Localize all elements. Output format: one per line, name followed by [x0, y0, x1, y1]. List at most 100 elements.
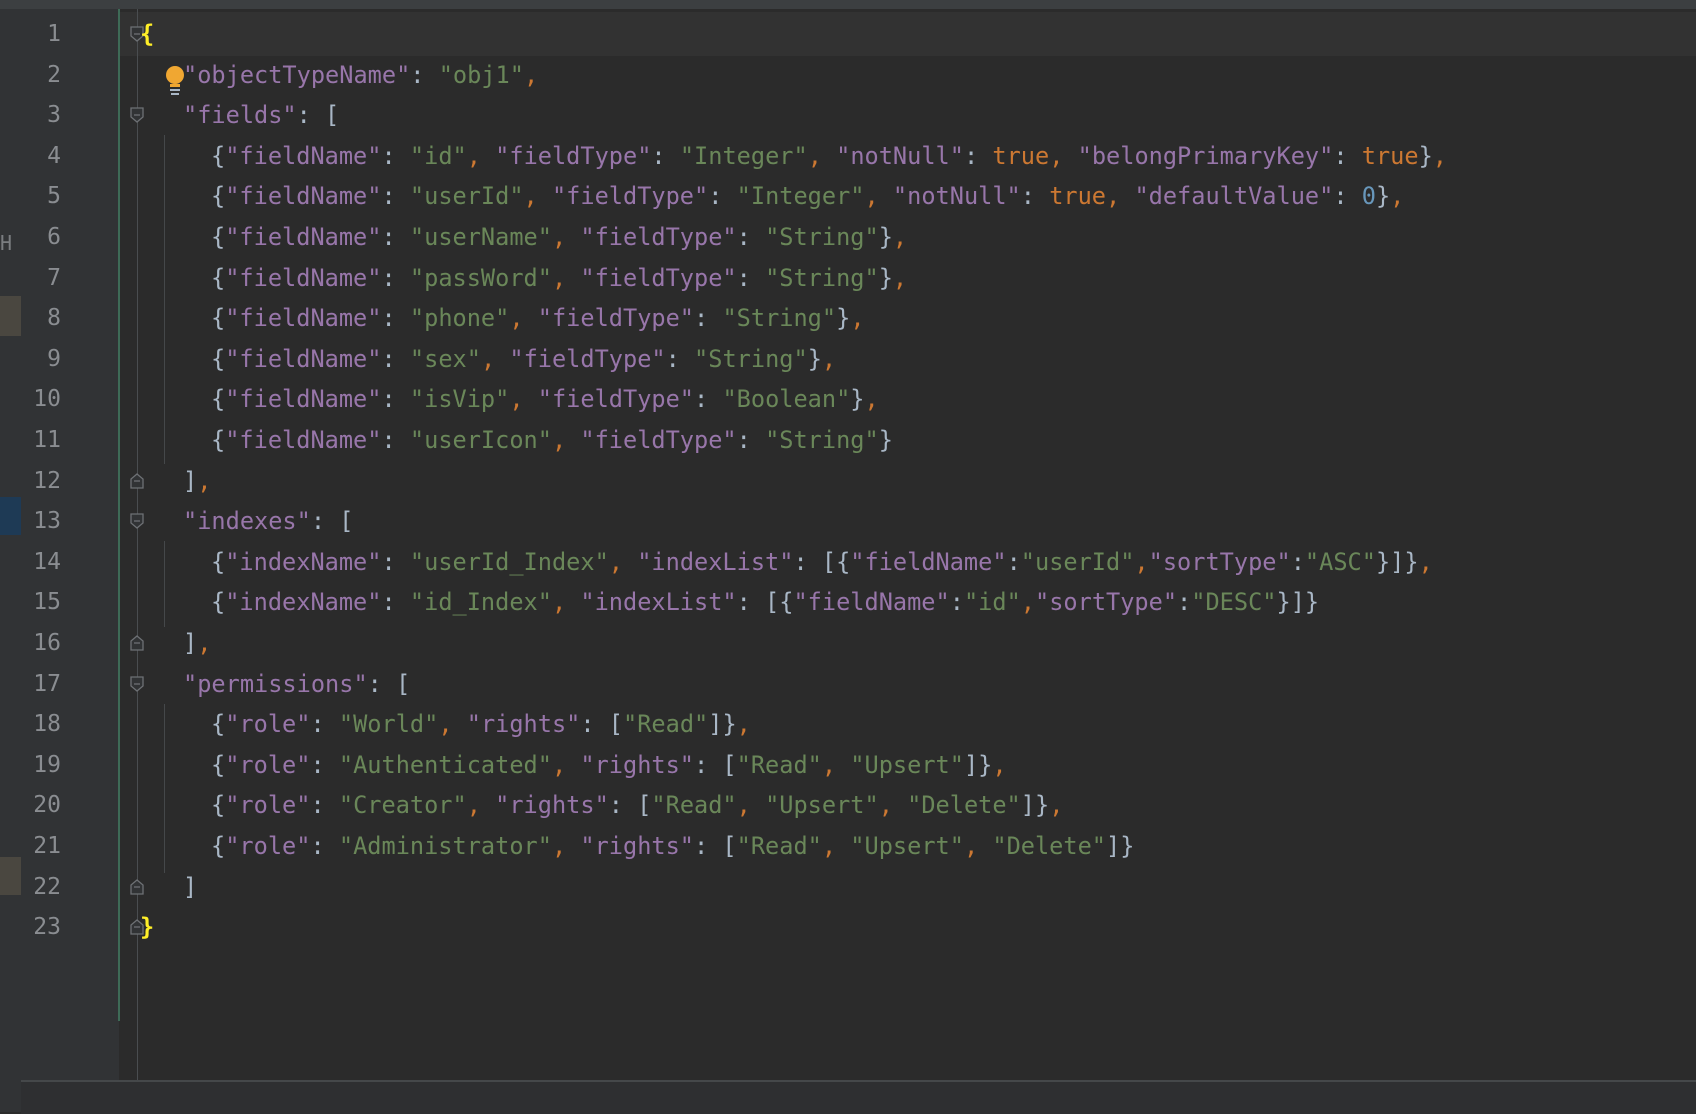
fold-marker-icon[interactable]	[129, 635, 145, 651]
code-line[interactable]: ]	[183, 865, 197, 909]
indent-guide	[164, 135, 165, 464]
code-line[interactable]: {"fieldName": "passWord", "fieldType": "…	[211, 256, 907, 300]
code-token: "fieldType"	[537, 304, 695, 333]
code-line[interactable]: {"indexName": "userId_Index", "indexList…	[211, 540, 1433, 584]
code-token: :	[694, 385, 723, 414]
code-token: :	[708, 182, 737, 211]
code-token: ]}	[708, 710, 737, 739]
left-strip-highlight	[0, 857, 21, 895]
code-token: ,	[963, 832, 993, 860]
code-token: {	[211, 141, 226, 170]
code-token: {	[211, 344, 226, 373]
code-line[interactable]: "fields": [	[183, 93, 339, 137]
line-number[interactable]: 8	[21, 296, 61, 340]
code-token: "indexName"	[225, 588, 382, 617]
code-line[interactable]: }	[140, 905, 154, 949]
code-token: "Delete"	[907, 791, 1021, 820]
code-token: "String"	[694, 344, 808, 373]
code-line[interactable]: {"role": "World", "rights": ["Read"]},	[211, 702, 751, 746]
line-number[interactable]: 18	[21, 702, 61, 746]
code-token: ,	[807, 141, 837, 170]
code-token: : [	[367, 669, 411, 698]
code-token: :	[310, 832, 339, 860]
code-line[interactable]: ],	[183, 459, 211, 503]
code-token: {	[211, 263, 226, 292]
code-token: "String"	[722, 304, 837, 333]
code-line[interactable]: {"fieldName": "phone", "fieldType": "Str…	[211, 296, 865, 340]
code-line[interactable]: {"fieldName": "sex", "fieldType": "Strin…	[211, 337, 836, 381]
line-number[interactable]: 12	[21, 459, 61, 503]
code-line[interactable]: {	[140, 12, 154, 56]
code-line[interactable]: {"fieldName": "isVip", "fieldType": "Boo…	[211, 377, 879, 421]
code-token: ,	[551, 750, 581, 779]
line-number[interactable]: 15	[21, 580, 61, 624]
code-token: {	[211, 223, 226, 251]
code-token: : [	[310, 507, 354, 536]
line-number[interactable]: 2	[21, 53, 61, 97]
code-token: ,	[821, 832, 851, 860]
code-token: "sex"	[409, 344, 481, 373]
line-number[interactable]: 7	[21, 256, 61, 300]
line-number[interactable]: 3	[21, 93, 61, 137]
code-line[interactable]: {"fieldName": "userIcon", "fieldType": "…	[211, 418, 893, 462]
fold-marker-icon[interactable]	[129, 675, 145, 692]
code-token: ,	[551, 223, 581, 251]
fold-marker-icon[interactable]	[129, 513, 145, 530]
code-token: :	[694, 304, 723, 333]
code-line[interactable]: {"role": "Creator", "rights": ["Read", "…	[211, 783, 1063, 827]
fold-marker-icon[interactable]	[129, 472, 145, 489]
line-number[interactable]: 5	[21, 174, 61, 218]
code-line[interactable]: "permissions": [	[183, 662, 410, 706]
code-line[interactable]: "objectTypeName": "obj1",	[183, 53, 538, 97]
code-token: :	[949, 588, 964, 617]
code-token: {	[211, 304, 226, 333]
code-token: ,	[551, 588, 581, 617]
fold-marker-icon[interactable]	[129, 878, 145, 895]
lightbulb-icon[interactable]	[164, 65, 186, 95]
code-line[interactable]: {"fieldName": "id", "fieldType": "Intege…	[211, 134, 1447, 178]
code-token: "Read"	[736, 832, 822, 860]
code-line[interactable]: {"fieldName": "userName", "fieldType": "…	[211, 215, 907, 259]
code-line[interactable]: {"indexName": "id_Index", "indexList": […	[211, 580, 1319, 624]
line-number[interactable]: 9	[21, 337, 61, 381]
code-token: "indexList"	[637, 547, 794, 576]
code-token: {	[211, 832, 226, 860]
code-token: "fieldType"	[580, 223, 737, 251]
code-token: :	[736, 263, 766, 292]
line-number[interactable]: 6	[21, 215, 61, 259]
code-line[interactable]: ],	[183, 621, 211, 665]
code-token: : [{	[736, 588, 794, 617]
line-number[interactable]: 11	[21, 418, 61, 462]
code-token: "notNull"	[892, 182, 1021, 211]
code-token: "role"	[225, 791, 311, 820]
line-number[interactable]: 20	[21, 783, 61, 827]
code-token: "Upsert"	[850, 750, 964, 779]
line-number[interactable]: 16	[21, 621, 61, 665]
indent-guide	[164, 704, 165, 873]
fold-marker-icon[interactable]	[129, 107, 145, 124]
line-number[interactable]: 1	[21, 12, 61, 56]
line-number[interactable]: 17	[21, 662, 61, 706]
line-number[interactable]: 22	[21, 865, 61, 909]
gutter-change-marker	[118, 9, 120, 1021]
code-line[interactable]: "indexes": [	[183, 499, 353, 543]
line-number[interactable]: 14	[21, 540, 61, 584]
code-token: ,	[1049, 791, 1064, 820]
code-line[interactable]: {"fieldName": "userId", "fieldType": "In…	[211, 174, 1404, 218]
line-number[interactable]: 19	[21, 743, 61, 787]
line-number[interactable]: 21	[21, 824, 61, 868]
code-token: "role"	[225, 832, 311, 860]
line-number[interactable]: 13	[21, 499, 61, 543]
code-token: ,	[892, 223, 908, 251]
code-token: "objectTypeName"	[183, 60, 411, 89]
line-number[interactable]: 4	[21, 134, 61, 178]
line-number[interactable]: 23	[21, 905, 61, 949]
code-token: :	[381, 426, 410, 454]
code-token: "Upsert"	[765, 791, 879, 820]
code-token: ,	[509, 385, 538, 414]
code-token: ,	[878, 791, 908, 820]
code-line[interactable]: {"role": "Authenticated", "rights": ["Re…	[211, 743, 1007, 787]
line-number[interactable]: 10	[21, 377, 61, 421]
code-token: ,	[1106, 182, 1135, 211]
code-line[interactable]: {"role": "Administrator", "rights": ["Re…	[211, 824, 1134, 868]
